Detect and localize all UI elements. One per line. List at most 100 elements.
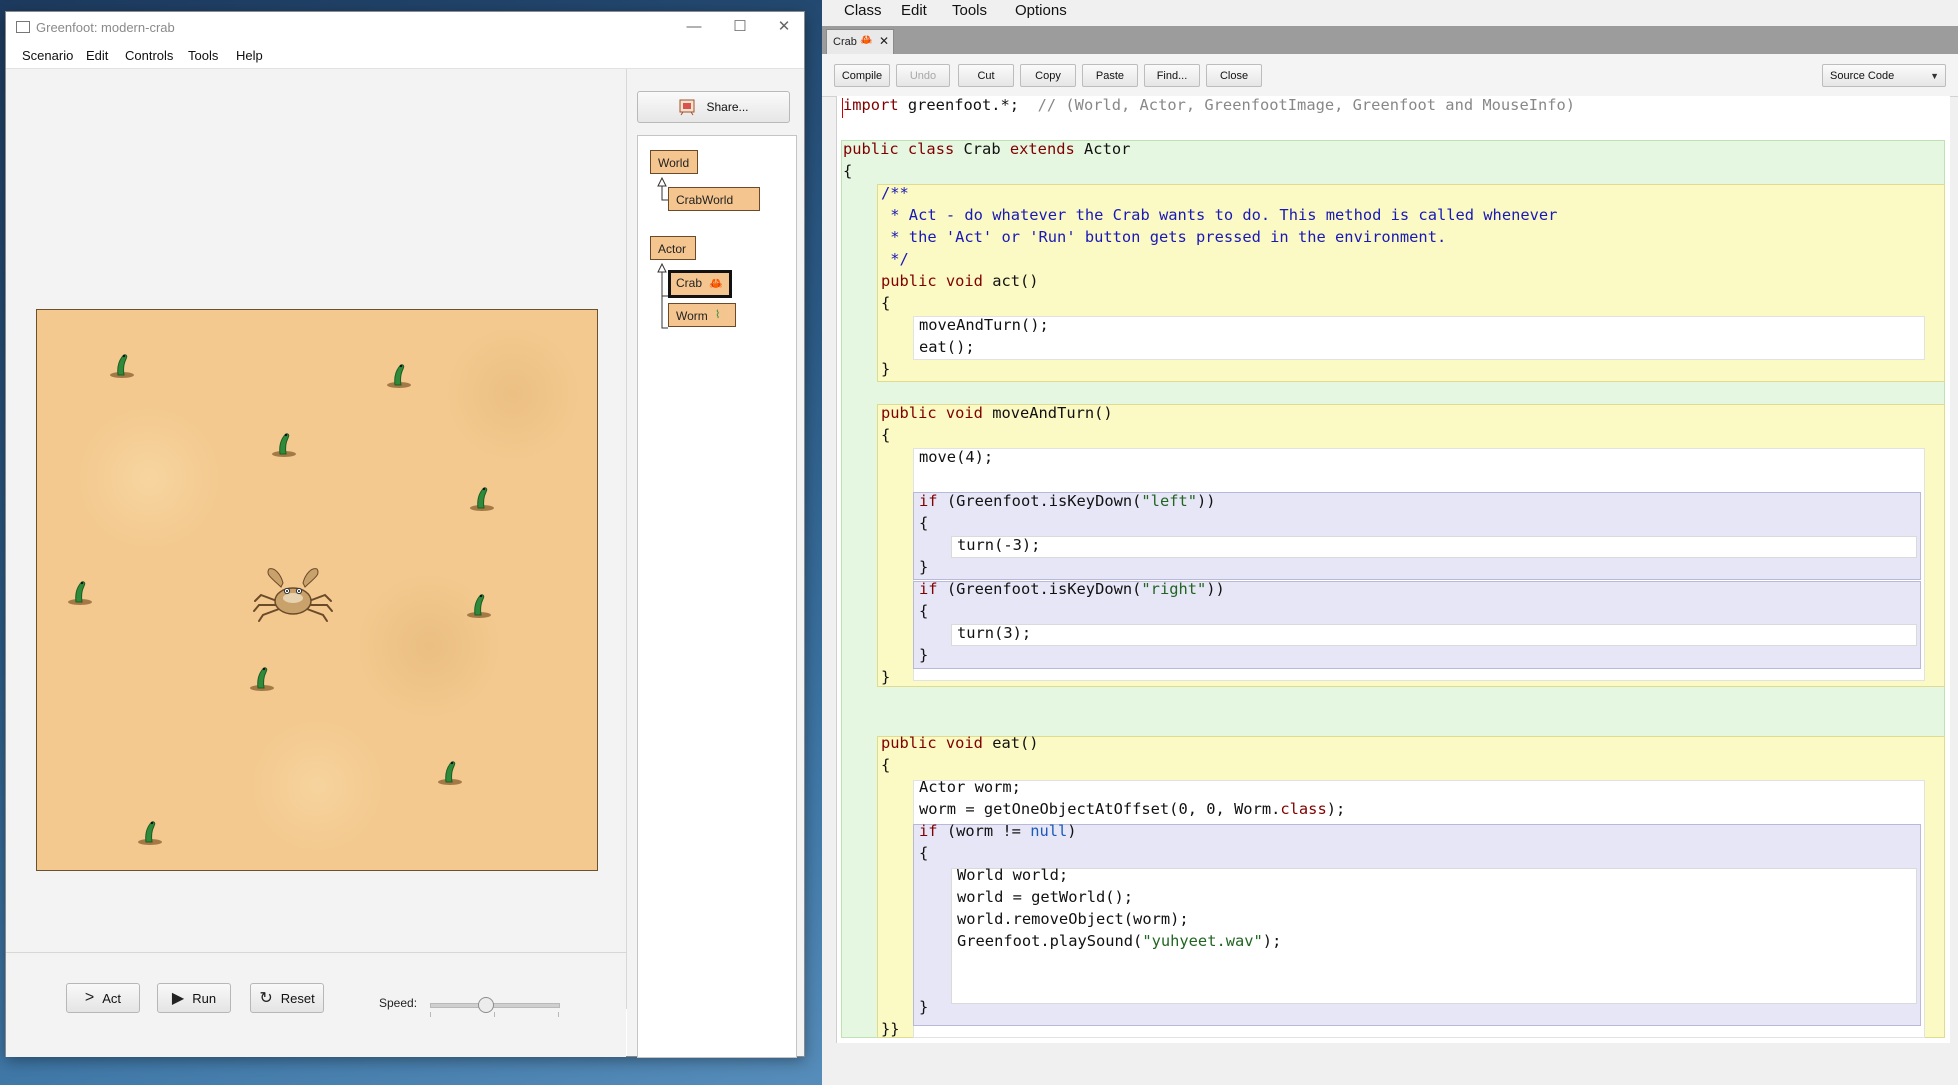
keyword: public <box>843 140 899 158</box>
worm-actor[interactable] <box>65 572 95 606</box>
worm-actor[interactable] <box>467 478 497 512</box>
worm-actor[interactable] <box>435 752 465 786</box>
literal: null <box>1030 822 1068 840</box>
crab-world[interactable] <box>36 309 598 871</box>
code-editor[interactable]: import greenfoot.*; // (World, Actor, Gr… <box>836 96 1950 1043</box>
menu-tools[interactable]: Tools <box>952 2 987 19</box>
run-label: Run <box>192 990 217 1006</box>
editor-menu-bar: Class Edit Tools Options <box>822 0 1958 26</box>
code-line-moveandturn-signature: public void moveAndTurn() <box>881 404 1113 422</box>
menu-class[interactable]: Class <box>844 2 882 19</box>
find-button[interactable]: Find... <box>1144 64 1200 87</box>
code-line: { <box>919 602 929 620</box>
code-line: { <box>919 844 929 862</box>
reset-button[interactable]: ↻ Reset <box>250 983 324 1013</box>
menu-edit[interactable]: Edit <box>86 48 108 63</box>
class-sidebar: Share... World CrabWorld Actor Crab 🦀 Wor… <box>627 69 804 1058</box>
text-cursor <box>842 98 843 118</box>
code-line: { <box>881 426 891 444</box>
close-tab-icon[interactable]: ✕ <box>879 34 889 48</box>
keyword: public void <box>881 404 983 422</box>
speed-tick <box>558 1012 559 1017</box>
code-text: )) <box>1197 492 1216 510</box>
code-line: { <box>843 162 853 180</box>
app-icon <box>16 21 30 33</box>
minimize-button[interactable]: — <box>674 16 714 38</box>
menu-scenario[interactable]: Scenario <box>22 48 73 63</box>
speed-slider-thumb[interactable] <box>477 997 494 1013</box>
worm-actor[interactable] <box>384 355 414 389</box>
worm-actor[interactable] <box>247 658 277 692</box>
if-right-body <box>951 624 1917 646</box>
paste-button[interactable]: Paste <box>1082 64 1138 87</box>
maximize-button[interactable]: ☐ <box>720 16 760 38</box>
keyword: public void <box>881 734 983 752</box>
code-line: Actor worm; <box>919 778 1021 796</box>
menu-tools[interactable]: Tools <box>188 48 218 63</box>
worm-actor[interactable] <box>464 585 494 619</box>
compile-button[interactable]: Compile <box>834 64 890 87</box>
keyword: public void <box>881 272 983 290</box>
menu-options[interactable]: Options <box>1015 2 1067 19</box>
speed-slider[interactable] <box>430 997 560 1013</box>
copy-button[interactable]: Copy <box>1020 64 1076 87</box>
menu-bar: Scenario Edit Controls Tools Help <box>6 42 804 69</box>
code-line: } <box>919 998 929 1016</box>
code-text: (Greenfoot.isKeyDown( <box>937 580 1142 598</box>
keyword: if <box>919 492 938 510</box>
code-text: )) <box>1206 580 1225 598</box>
menu-edit[interactable]: Edit <box>901 2 927 19</box>
code-line-class: public class Crab extends Actor <box>843 140 1130 158</box>
worm-actor[interactable] <box>135 812 165 846</box>
class-actor[interactable]: Actor <box>650 236 696 260</box>
act-body <box>913 316 1925 360</box>
close-editor-button[interactable]: Close <box>1206 64 1262 87</box>
code-comment: // (World, Actor, GreenfootImage, Greenf… <box>1019 96 1576 114</box>
cut-button[interactable]: Cut <box>958 64 1014 87</box>
class-diagram: World CrabWorld Actor Crab 🦀 Worm ⌇ <box>637 135 797 1058</box>
worm-actor[interactable] <box>107 345 137 379</box>
crab-icon: 🦀 <box>860 35 873 46</box>
crab-actor[interactable] <box>251 565 335 625</box>
code-line-if-worm: if (worm != null) <box>919 822 1077 840</box>
act-label: Act <box>102 990 122 1006</box>
code-line: World world; <box>957 866 1069 884</box>
code-line: eat(); <box>919 338 975 356</box>
share-button[interactable]: Share... <box>637 91 790 123</box>
share-label: Share... <box>706 100 749 114</box>
run-button[interactable]: ▶ Run <box>157 983 231 1013</box>
act-icon: > <box>84 989 95 1006</box>
code-line: } <box>919 558 929 576</box>
string-literal: "left" <box>1141 492 1198 510</box>
tab-crab[interactable]: Crab 🦀 ✕ <box>826 29 894 54</box>
crab-icon: 🦀 <box>709 278 723 290</box>
code-text: worm = getOneObjectAtOffset(0, 0, Worm. <box>919 800 1281 818</box>
class-world[interactable]: World <box>650 150 698 174</box>
code-text: ); <box>1326 800 1346 818</box>
menu-help[interactable]: Help <box>236 48 263 63</box>
editor-status-area <box>822 1043 1958 1085</box>
code-text: Greenfoot.playSound( <box>957 932 1143 950</box>
undo-button[interactable]: Undo <box>896 64 950 87</box>
code-line: move(4); <box>919 448 994 466</box>
worm-actor[interactable] <box>269 424 299 458</box>
menu-controls[interactable]: Controls <box>125 48 173 63</box>
speed-tick <box>430 1012 431 1017</box>
class-crab[interactable]: Crab 🦀 <box>668 270 732 298</box>
tab-label: Crab <box>833 36 857 48</box>
editor-tab-bar: Crab 🦀 ✕ <box>822 26 1958 54</box>
code-text: Crab <box>963 140 1001 158</box>
code-line: moveAndTurn(); <box>919 316 1049 334</box>
class-crabworld[interactable]: CrabWorld <box>668 187 760 211</box>
title-bar: Greenfoot: modern-crab — ☐ ✕ <box>6 12 804 42</box>
class-label: Actor <box>658 242 687 256</box>
close-button[interactable]: ✕ <box>764 16 804 38</box>
code-line: world.removeObject(worm); <box>957 910 1189 928</box>
editor-window: Class Edit Tools Options Crab 🦀 ✕ Compil… <box>822 0 1958 1085</box>
class-worm[interactable]: Worm ⌇ <box>668 303 736 327</box>
code-line: } <box>881 668 891 686</box>
view-mode-select[interactable]: Source Code ▼ <box>1822 64 1946 87</box>
code-line: } <box>919 646 929 664</box>
code-text: moveAndTurn() <box>982 404 1113 422</box>
act-button[interactable]: > Act <box>66 983 140 1013</box>
